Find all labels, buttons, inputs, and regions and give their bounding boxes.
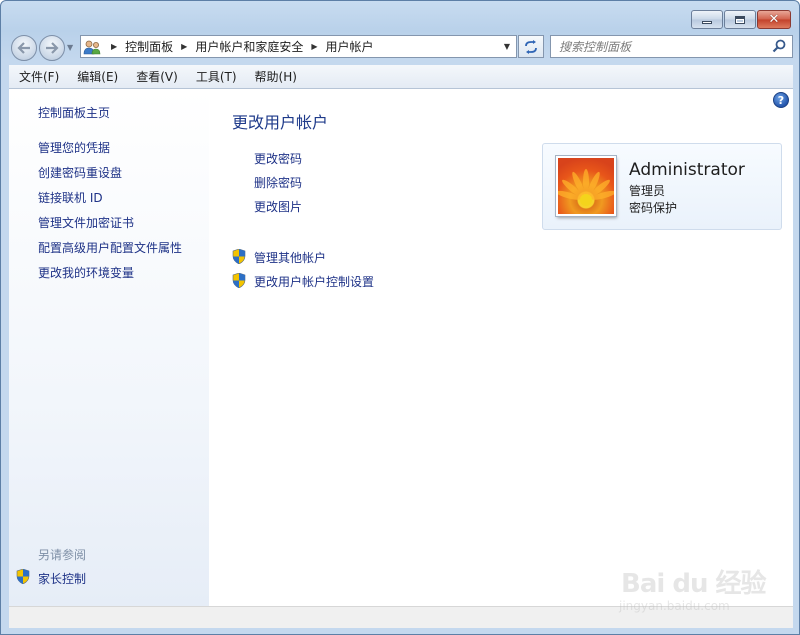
refresh-icon <box>525 39 537 54</box>
watermark-text: Bai du 经验 <box>621 569 766 599</box>
see-also-heading: 另请参阅 <box>38 548 87 562</box>
sidebar-item-password-reset-disk[interactable]: 创建密码重设盘 <box>38 164 122 181</box>
main-pane: ? 更改用户帐户 更改密码 删除密码 更改图片 管理其他帐户 更改用户帐户控制设… <box>209 89 793 606</box>
password-status: 密码保护 <box>629 201 678 215</box>
control-panel-window: ✕ ▼ ▶ 控制面板 ▶ 用户帐户和家庭安全 ▶ 用户帐户 ▼ 搜索控制面板 文… <box>0 0 800 635</box>
recent-pages-dropdown[interactable]: ▼ <box>67 43 73 52</box>
sidebar-item-encryption-certificates[interactable]: 管理文件加密证书 <box>38 214 134 231</box>
back-arrow-icon <box>17 42 30 54</box>
user-role: 管理员 <box>629 184 666 198</box>
menu-help[interactable]: 帮助(H) <box>245 68 305 85</box>
manage-other-accounts-link[interactable]: 管理其他帐户 <box>254 249 326 266</box>
maximize-icon <box>735 15 745 24</box>
users-icon <box>83 39 103 55</box>
sidebar-item-link-online-id[interactable]: 链接联机 ID <box>38 189 103 206</box>
remove-password-link[interactable]: 删除密码 <box>254 174 302 191</box>
caption-buttons: ✕ <box>691 10 791 29</box>
search-input[interactable] <box>559 39 769 54</box>
user-account-card: Administrator 管理员 密码保护 <box>542 143 782 230</box>
uac-shield-icon <box>232 273 246 288</box>
breadcrumb-control-panel[interactable]: 控制面板 <box>125 38 173 55</box>
minimize-button[interactable] <box>691 10 723 29</box>
breadcrumb-user-accounts[interactable]: 用户帐户 <box>326 38 374 55</box>
baidu-watermark: Bai du 经验 jingyan.baidu.com <box>613 551 773 621</box>
address-bar[interactable]: ▶ 控制面板 ▶ 用户帐户和家庭安全 ▶ 用户帐户 ▼ <box>80 35 517 58</box>
close-icon: ✕ <box>768 12 780 27</box>
menu-tools[interactable]: 工具(T) <box>186 68 245 85</box>
search-icon[interactable] <box>772 39 786 57</box>
menu-view[interactable]: 查看(V) <box>126 68 186 85</box>
minimize-icon <box>702 21 712 24</box>
user-avatar[interactable] <box>556 156 616 216</box>
uac-settings-link[interactable]: 更改用户帐户控制设置 <box>254 273 374 290</box>
help-icon[interactable]: ? <box>773 92 789 108</box>
watermark-url: jingyan.baidu.com <box>619 599 730 613</box>
sidebar-item-control-panel-home[interactable]: 控制面板主页 <box>38 104 110 121</box>
uac-shield-icon <box>232 249 246 264</box>
flower-picture-icon <box>558 169 614 206</box>
forward-arrow-icon <box>46 42 59 54</box>
chevron-right-icon[interactable]: ▶ <box>111 42 117 51</box>
chevron-right-icon[interactable]: ▶ <box>181 42 187 51</box>
uac-shield-icon <box>16 569 30 584</box>
user-name: Administrator <box>629 160 745 180</box>
sidebar: 控制面板主页 管理您的凭据 创建密码重设盘 链接联机 ID 管理文件加密证书 配… <box>9 89 209 606</box>
sidebar-item-environment-variables[interactable]: 更改我的环境变量 <box>38 264 134 281</box>
maximize-button[interactable] <box>724 10 756 29</box>
forward-button[interactable] <box>39 35 65 61</box>
menu-file[interactable]: 文件(F) <box>9 68 67 85</box>
sidebar-item-profile-properties[interactable]: 配置高级用户配置文件属性 <box>38 239 182 256</box>
breadcrumb-user-accounts-family[interactable]: 用户帐户和家庭安全 <box>195 38 303 55</box>
close-button[interactable]: ✕ <box>757 10 791 29</box>
change-picture-link[interactable]: 更改图片 <box>254 198 302 215</box>
change-password-link[interactable]: 更改密码 <box>254 150 302 167</box>
chevron-right-icon[interactable]: ▶ <box>311 42 317 51</box>
search-box[interactable] <box>550 35 793 58</box>
sidebar-item-manage-credentials[interactable]: 管理您的凭据 <box>38 139 110 156</box>
sidebar-item-parental-controls[interactable]: 家长控制 <box>38 570 86 587</box>
address-dropdown-button[interactable]: ▼ <box>498 36 516 57</box>
chevron-down-icon: ▼ <box>503 42 511 51</box>
menu-bar: 文件(F) 编辑(E) 查看(V) 工具(T) 帮助(H) <box>9 65 793 89</box>
menu-edit[interactable]: 编辑(E) <box>67 68 126 85</box>
back-button[interactable] <box>11 35 37 61</box>
refresh-button[interactable] <box>518 35 544 58</box>
page-title: 更改用户帐户 <box>232 113 329 132</box>
